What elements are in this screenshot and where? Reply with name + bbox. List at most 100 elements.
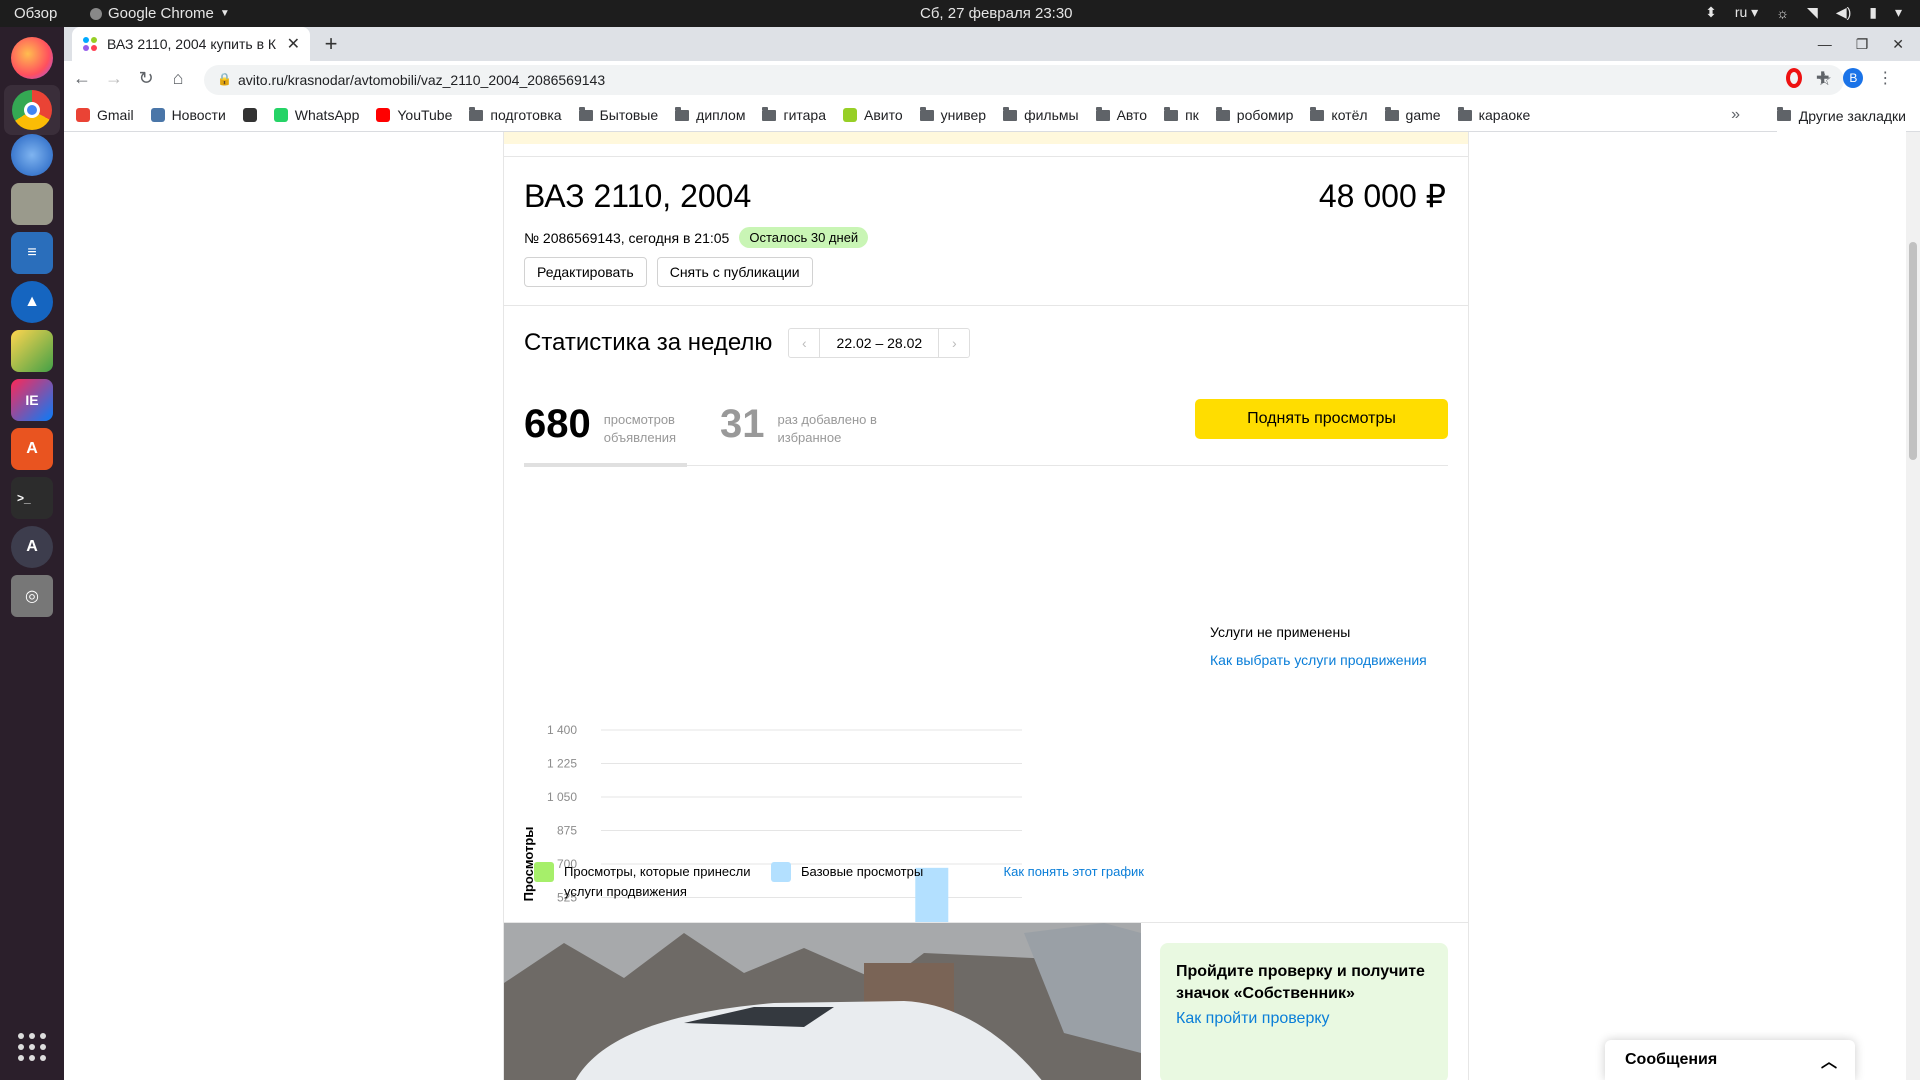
- edit-button[interactable]: Редактировать: [524, 257, 647, 287]
- app-menu[interactable]: Google Chrome ▼: [90, 5, 230, 22]
- new-tab-button[interactable]: +: [317, 31, 345, 59]
- listing-title: ВАЗ 2110, 2004: [524, 178, 752, 214]
- bookmarks-overflow-icon[interactable]: »: [1731, 106, 1740, 124]
- bookmark-item[interactable]: Авто: [1095, 106, 1147, 123]
- language-indicator[interactable]: ru ▾: [1735, 4, 1758, 21]
- chrome-icon[interactable]: [4, 85, 60, 135]
- tab-title: ВАЗ 2110, 2004 купить в К: [107, 36, 277, 52]
- legend-base-label: Базовые просмотры: [801, 864, 924, 879]
- bookmark-item[interactable]: Бытовые: [578, 106, 659, 123]
- views-label: просмотров объявления: [603, 412, 677, 445]
- bookmark-item[interactable]: Новости: [150, 107, 226, 123]
- bookmark-item[interactable]: подготовка: [469, 106, 562, 123]
- power-menu-icon[interactable]: ▾: [1895, 4, 1902, 21]
- listing-meta: № 2086569143, сегодня в 21:05 Осталось 3…: [524, 227, 869, 248]
- minimize-icon[interactable]: —: [1818, 36, 1832, 52]
- scrollbar[interactable]: [1906, 132, 1920, 1080]
- folder-icon: [1003, 106, 1018, 121]
- chart-help-link[interactable]: Как понять этот график: [1004, 862, 1144, 882]
- owner-verification-link[interactable]: Как пройти проверку: [1176, 1010, 1432, 1028]
- terminal-icon[interactable]: >_: [11, 477, 53, 519]
- folder-icon: [1310, 106, 1325, 121]
- folder-icon: [1776, 107, 1791, 121]
- favorites-label: раз добавлено в избранное: [777, 412, 877, 445]
- thunderbird-icon[interactable]: [11, 134, 53, 176]
- files-icon[interactable]: [11, 183, 53, 225]
- updater-icon[interactable]: A: [11, 526, 53, 568]
- date-range-value[interactable]: 22.02 – 28.02: [819, 329, 940, 357]
- car-photo[interactable]: [504, 923, 1141, 1080]
- legend-promo-label: Просмотры, которые принесли услуги продв…: [564, 864, 751, 899]
- wifi-icon[interactable]: ◥: [1807, 4, 1818, 21]
- favorites-metric[interactable]: 31 раз добавлено в избранное: [720, 402, 888, 447]
- close-window-icon[interactable]: ✕: [1892, 36, 1904, 53]
- bookmark-label: Авито: [864, 107, 903, 123]
- intellij-icon[interactable]: IE: [11, 379, 53, 421]
- bookmark-item[interactable]: YouTube: [376, 107, 452, 123]
- scrollbar-thumb[interactable]: [1909, 242, 1917, 460]
- extensions-puzzle-icon[interactable]: ✚: [1816, 68, 1829, 88]
- maximize-icon[interactable]: ❐: [1856, 36, 1869, 53]
- writer-icon[interactable]: ≡: [11, 232, 53, 274]
- folder-icon: [1215, 106, 1230, 121]
- avito-icon: [843, 108, 858, 122]
- chevron-up-icon[interactable]: ︿: [1821, 1048, 1837, 1072]
- date-range-picker: ‹ 22.02 – 28.02 ›: [788, 328, 971, 358]
- image-viewer-icon[interactable]: [11, 330, 53, 372]
- volume-icon[interactable]: ◀): [1836, 4, 1851, 21]
- bookmark-item[interactable]: универ: [919, 106, 986, 123]
- views-metric[interactable]: 680 просмотров объявления: [524, 402, 714, 447]
- stats-metrics: 680 просмотров объявления 31 раз добавле…: [524, 399, 1448, 467]
- bookmark-item[interactable]: фильмы: [1003, 106, 1079, 123]
- clock[interactable]: Сб, 27 февраля 23:30: [920, 5, 1073, 22]
- brightness-icon[interactable]: ☼: [1776, 5, 1789, 21]
- activities-button[interactable]: Обзор: [14, 5, 57, 22]
- dropbox-icon[interactable]: ⬍: [1705, 4, 1717, 21]
- bookmark-label: Бытовые: [599, 107, 659, 123]
- bookmark-item[interactable]: диплом: [675, 106, 745, 123]
- boost-views-button[interactable]: Поднять просмотры: [1195, 399, 1448, 439]
- lock-icon[interactable]: 🔒: [217, 72, 232, 86]
- back-icon[interactable]: ←: [70, 68, 94, 89]
- bookmark-item[interactable]: WhatsApp: [273, 107, 359, 123]
- next-week-icon[interactable]: ›: [939, 329, 969, 357]
- owner-verification-title: Пройдите проверку и получите значок «Соб…: [1176, 963, 1425, 1002]
- show-apps-icon[interactable]: [18, 1033, 46, 1061]
- views-count: 680: [524, 402, 591, 446]
- browser-chrome: ВАЗ 2110, 2004 купить в К ✕ + — ❐ ✕ ← → …: [64, 27, 1920, 132]
- active-tab[interactable]: ВАЗ 2110, 2004 купить в К ✕: [72, 27, 310, 61]
- battery-icon[interactable]: ▮: [1869, 4, 1877, 21]
- forward-icon[interactable]: →: [102, 68, 126, 89]
- bookmark-item[interactable]: Gmail: [76, 107, 134, 123]
- bookmark-label: YouTube: [397, 107, 453, 123]
- folder-icon: [919, 106, 934, 121]
- services-help-link[interactable]: Как выбрать услуги продвижения: [1210, 652, 1427, 668]
- bookmark-item[interactable]: game: [1384, 106, 1441, 123]
- messages-widget[interactable]: Сообщения ︿: [1605, 1040, 1855, 1080]
- maps-app-icon[interactable]: ▲: [11, 281, 53, 323]
- bookmark-item[interactable]: Авито: [843, 107, 903, 123]
- disk-icon[interactable]: ◎: [11, 575, 53, 617]
- prev-week-icon[interactable]: ‹: [789, 329, 819, 357]
- browser-menu-icon[interactable]: ⋮: [1877, 68, 1893, 88]
- browser-toolbar: ← → ↻ ⌂ 🔒 avito.ru/krasnodar/avtomobili/…: [64, 61, 1920, 99]
- bookmark-item[interactable]: пк: [1164, 106, 1199, 123]
- bookmark-item[interactable]: [242, 108, 257, 122]
- profile-avatar[interactable]: B: [1843, 68, 1864, 88]
- caret-down-icon: ▼: [219, 8, 230, 19]
- address-bar[interactable]: 🔒 avito.ru/krasnodar/avtomobili/vaz_2110…: [204, 65, 1844, 95]
- bookmark-item[interactable]: котёл: [1310, 106, 1368, 123]
- reload-icon[interactable]: ↻: [134, 68, 158, 89]
- bookmark-item[interactable]: гитара: [762, 106, 827, 123]
- system-tray[interactable]: ⬍ ru ▾ ☼ ◥ ◀) ▮ ▾: [1705, 4, 1902, 21]
- firefox-icon[interactable]: [11, 37, 53, 79]
- close-tab-icon[interactable]: ✕: [287, 34, 300, 54]
- unpublish-button[interactable]: Снять с публикации: [656, 257, 813, 287]
- bookmark-item[interactable]: караоке: [1457, 106, 1530, 123]
- bookmark-label: гитара: [783, 107, 827, 123]
- bookmark-item[interactable]: робомир: [1215, 106, 1293, 123]
- software-center-icon[interactable]: A: [11, 428, 53, 470]
- other-bookmarks[interactable]: Другие закладки: [1776, 99, 1906, 132]
- home-icon[interactable]: ⌂: [166, 68, 190, 89]
- opera-vpn-icon[interactable]: [1786, 68, 1802, 88]
